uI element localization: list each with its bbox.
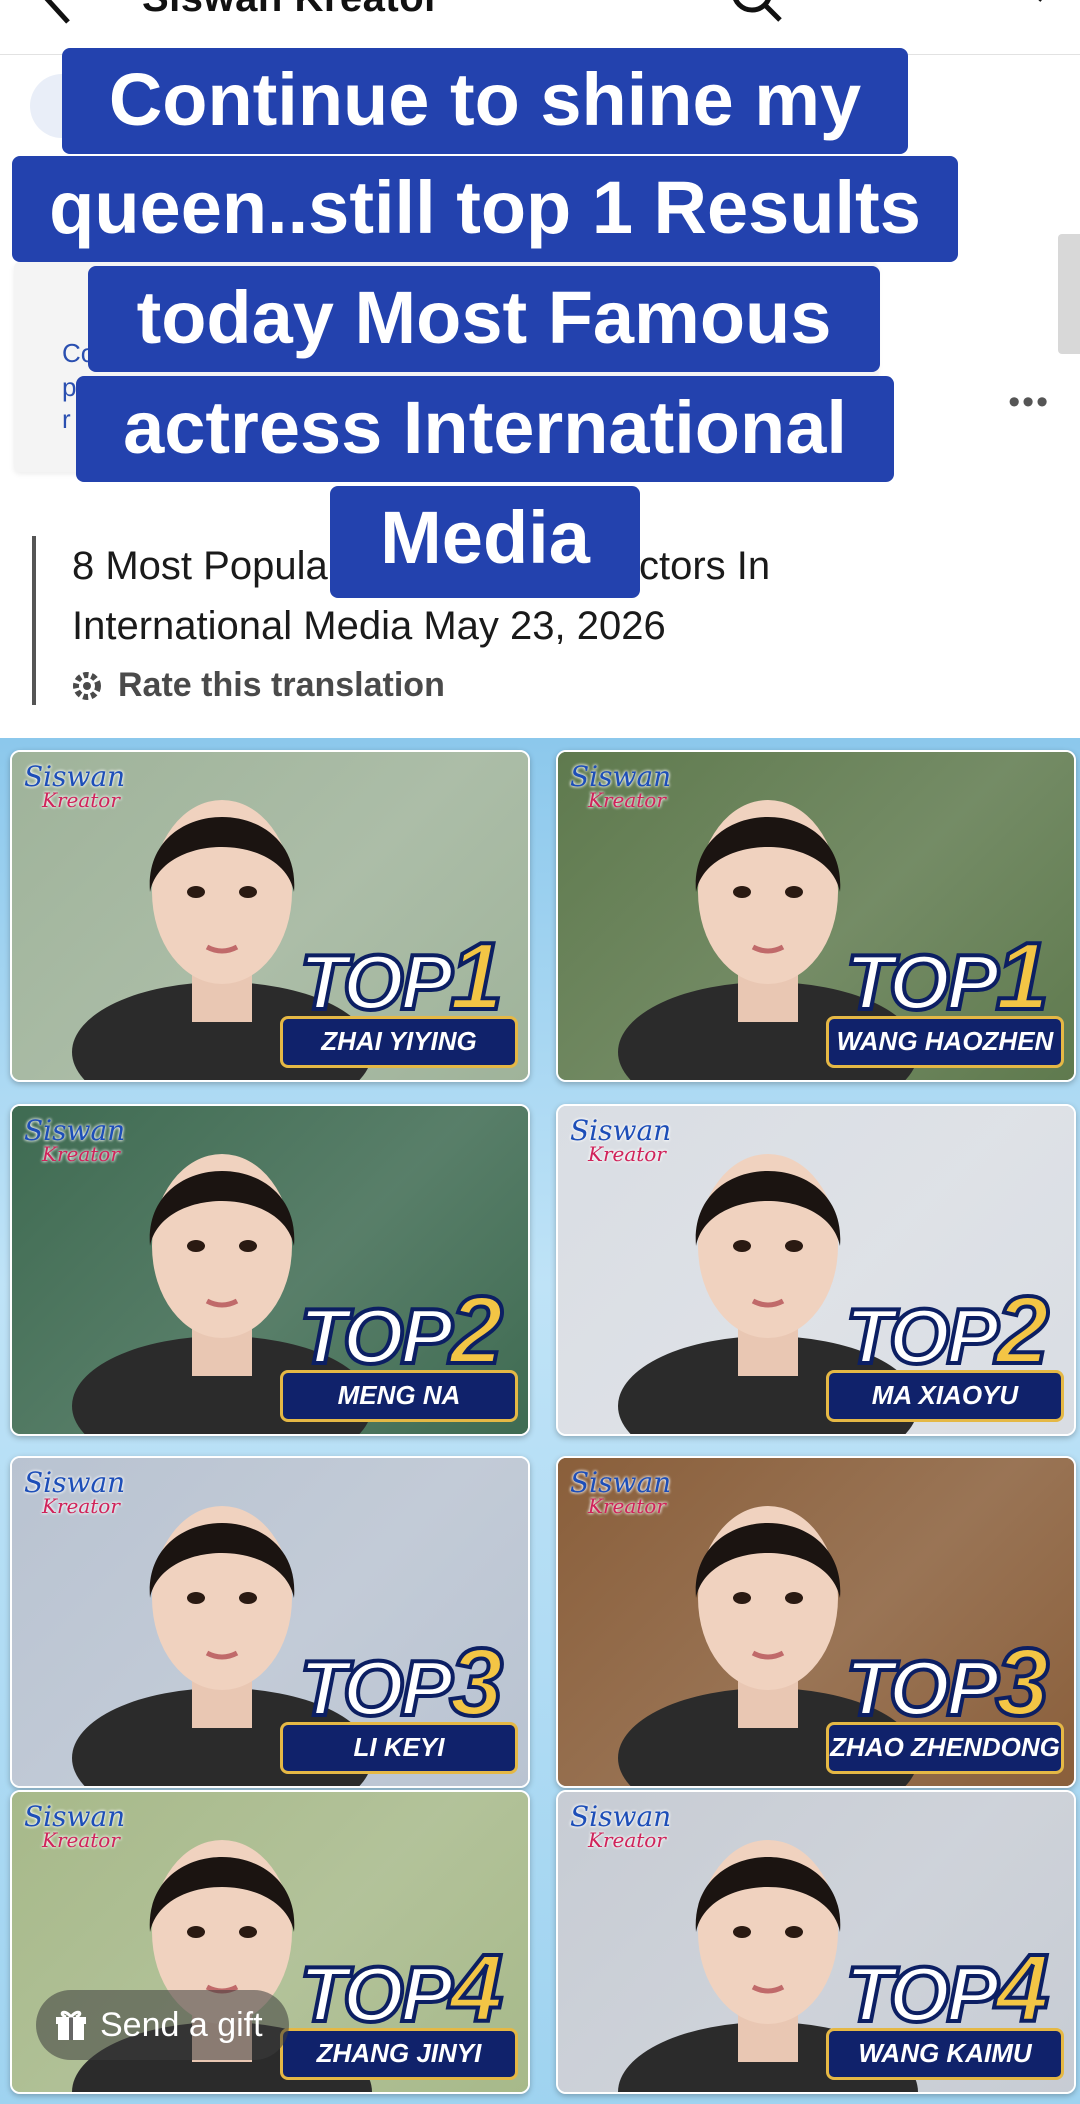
- back-arrow-icon[interactable]: [38, 0, 78, 30]
- watermark-logo-sub: Kreator: [42, 1494, 120, 1518]
- rank-name: MENG NA: [280, 1370, 518, 1422]
- scrollbar[interactable]: [1058, 234, 1080, 354]
- rate-translation-link[interactable]: Rate this translation: [72, 666, 1072, 705]
- rank-name: WANG KAIMU: [826, 2028, 1064, 2080]
- ranking-tile: Siswan Kreator TOP1 ZHAI YIYING: [10, 750, 530, 1082]
- search-icon[interactable]: [726, 0, 786, 30]
- watermark-logo-sub: Kreator: [588, 1828, 666, 1852]
- share-icon[interactable]: [984, 0, 1048, 30]
- watermark-logo-sub: Kreator: [588, 1142, 666, 1166]
- ranking-tile: Siswan Kreator TOP4 WANG KAIMU: [556, 1790, 1076, 2094]
- rank-name: ZHAO ZHENDONG: [826, 1722, 1064, 1774]
- watermark-logo-sub: Kreator: [42, 1828, 120, 1852]
- rank-name: ZHANG JINYI: [280, 2028, 518, 2080]
- caption-line: actress International: [76, 376, 894, 482]
- rank-name: LI KEYI: [280, 1722, 518, 1774]
- rank-name: WANG HAOZHEN: [826, 1016, 1064, 1068]
- caption-line: queen..still top 1 Results: [12, 156, 958, 262]
- caption-line: today Most Famous: [88, 266, 880, 372]
- rank-badge: TOP3 LI KEYI: [278, 1627, 518, 1778]
- watermark-logo-sub: Kreator: [588, 788, 666, 812]
- gear-icon: [73, 671, 101, 700]
- caption-line: Continue to shine my: [62, 48, 908, 154]
- ranking-tile: Siswan Kreator TOP3 LI KEYI: [10, 1456, 530, 1788]
- watermark-logo-sub: Kreator: [42, 788, 120, 812]
- rank-badge: TOP4 WANG KAIMU: [824, 1933, 1064, 2084]
- gift-icon: [56, 2010, 86, 2040]
- post-menu-icon[interactable]: •••: [1008, 385, 1050, 419]
- send-gift-label: Send a gift: [100, 2005, 263, 2044]
- ranking-tile: Siswan Kreator TOP2 MA XIAOYU: [556, 1104, 1076, 1436]
- page-title: Siswan Kreator: [142, 0, 440, 21]
- rank-badge: TOP4 ZHANG JINYI: [278, 1933, 518, 2084]
- rank-name: ZHAI YIYING: [280, 1016, 518, 1068]
- rank-name: MA XIAOYU: [826, 1370, 1064, 1422]
- rank-badge: TOP1 ZHAI YIYING: [278, 921, 518, 1072]
- ranking-tile: Siswan Kreator TOP3 ZHAO ZHENDONG: [556, 1456, 1076, 1788]
- rank-badge: TOP3 ZHAO ZHENDONG: [824, 1627, 1064, 1778]
- snippet-line: r: [62, 404, 71, 434]
- watermark-logo-sub: Kreator: [588, 1494, 666, 1518]
- ranking-tile: Siswan Kreator TOP2 MENG NA: [10, 1104, 530, 1436]
- top-app-bar: Siswan Kreator: [0, 0, 1080, 55]
- rank-badge: TOP2 MA XIAOYU: [824, 1275, 1064, 1426]
- rate-translation-label: Rate this translation: [118, 666, 445, 704]
- more-options-icon[interactable]: [860, 0, 920, 30]
- ranking-tile: Siswan Kreator TOP1 WANG HAOZHEN: [556, 750, 1076, 1082]
- snippet-line: p: [62, 372, 77, 402]
- rank-badge: TOP1 WANG HAOZHEN: [824, 921, 1064, 1072]
- watermark-logo-sub: Kreator: [42, 1142, 120, 1166]
- caption-line: Media: [330, 486, 640, 598]
- post-text-line: International Media May 23, 2026: [72, 604, 666, 648]
- rank-badge: TOP2 MENG NA: [278, 1275, 518, 1426]
- send-gift-button[interactable]: Send a gift: [36, 1990, 289, 2060]
